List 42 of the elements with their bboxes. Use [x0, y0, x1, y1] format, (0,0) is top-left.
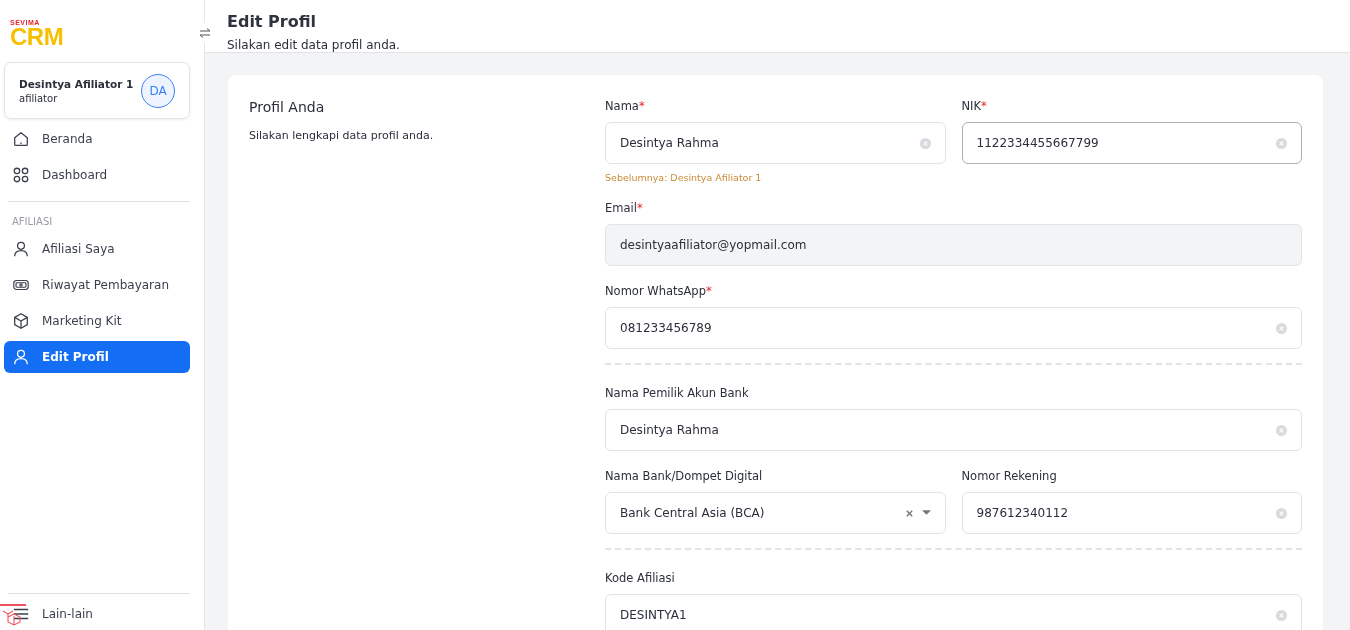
user-icon	[12, 348, 30, 366]
field-label: Nomor Rekening	[961, 469, 1058, 483]
swap-arrows-icon	[199, 27, 211, 39]
nav-item[interactable]: Riwayat Pembayaran	[4, 269, 190, 301]
nav-item[interactable]: Lain-lain	[4, 598, 190, 630]
nav-item[interactable]: Edit Profil	[4, 341, 190, 373]
input-field[interactable]: Desintya Rahma	[605, 409, 1302, 451]
field-label: NIK*	[961, 99, 988, 113]
field-label: Kode Afiliasi	[605, 571, 676, 585]
field-label: Email*	[605, 201, 644, 215]
user-role: afiliator	[19, 92, 59, 104]
nav-item[interactable]: Marketing Kit	[4, 305, 190, 337]
card-title: Profil Anda	[249, 99, 326, 115]
clear-icon[interactable]	[904, 508, 914, 518]
nav-section-title: AFILIASI	[12, 216, 54, 227]
field-label: Nama Bank/Dompet Digital	[605, 469, 764, 483]
home-icon	[12, 130, 30, 148]
input-field[interactable]: Desintya Rahma	[605, 122, 946, 164]
input-field[interactable]: 081233456789	[605, 307, 1302, 349]
caret-icon	[921, 510, 931, 516]
card-description: Silakan lengkapi data profil anda.	[249, 129, 435, 142]
user-card[interactable]: Desintya Afiliator 1 afiliator DA	[4, 62, 190, 119]
field-hint: Sebelumnya: Desintya Afiliator 1	[605, 172, 763, 183]
page-title: Edit Profil	[227, 12, 318, 31]
field-label: Nama*	[605, 99, 646, 113]
brand-logo: CRM	[10, 25, 65, 49]
user-icon	[12, 240, 30, 258]
field-label: Nama Pemilik Akun Bank	[605, 386, 750, 400]
select-field[interactable]: Bank Central Asia (BCA)	[605, 492, 946, 534]
nav-item[interactable]: Afiliasi Saya	[4, 233, 190, 265]
grid-icon	[12, 166, 30, 184]
input-field[interactable]: 987612340112	[961, 492, 1302, 534]
input-field[interactable]: desintyaafiliator@yopmail.com	[605, 224, 1302, 266]
page-subtitle: Silakan edit data profil anda.	[227, 38, 401, 52]
cube-icon	[12, 312, 30, 330]
user-name: Desintya Afiliator 1	[19, 77, 134, 90]
user-avatar: DA	[141, 73, 175, 108]
input-field[interactable]: DESINTYA1	[605, 594, 1302, 630]
field-label: Nomor WhatsApp*	[605, 284, 713, 298]
nav-item[interactable]: Beranda	[4, 123, 190, 155]
nav-item[interactable]: Dashboard	[4, 159, 190, 191]
input-field[interactable]: 1122334455667799	[961, 122, 1302, 164]
